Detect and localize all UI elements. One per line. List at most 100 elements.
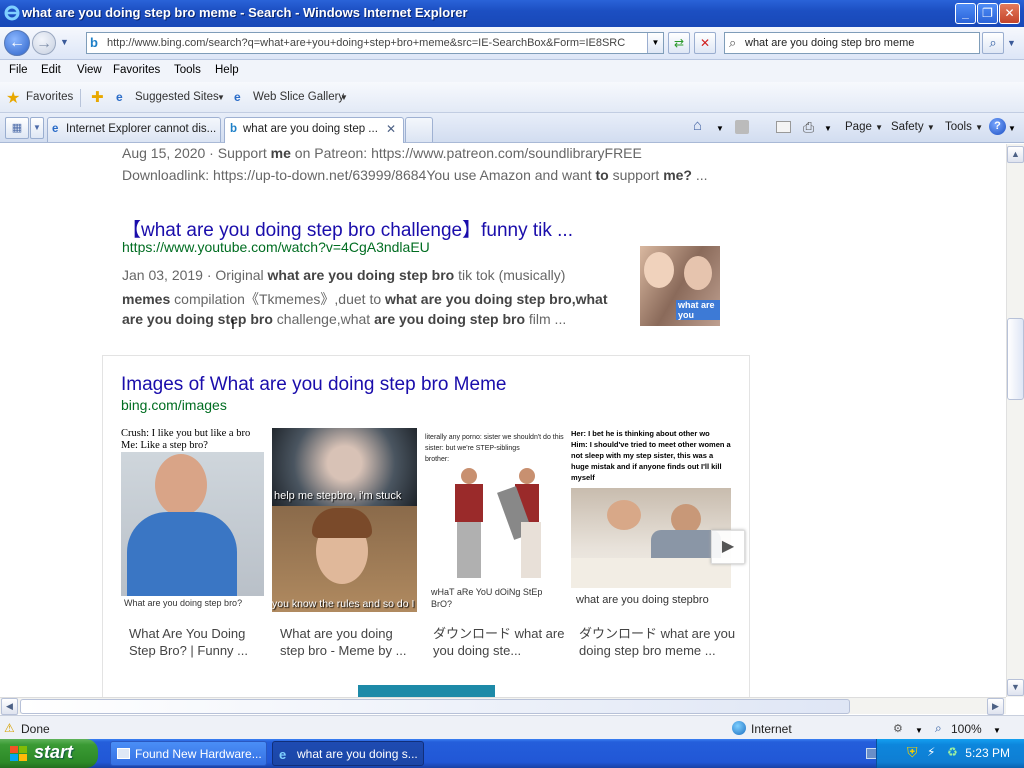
image-caption-link[interactable]: What are you doing step bro - Meme by ..… xyxy=(280,625,420,659)
bing-favicon-icon: b xyxy=(90,35,98,50)
image-thumbnail[interactable]: literally any porno: sister we shouldn't… xyxy=(425,428,569,612)
window-app-icon xyxy=(117,748,130,759)
home-dropdown-icon[interactable]: ▼ xyxy=(716,124,724,133)
text-cursor-icon: I xyxy=(231,316,235,332)
taskbar-item-internet-explorer[interactable]: e what are you doing s... xyxy=(272,741,424,766)
refresh-button[interactable]: ⇄ xyxy=(668,32,690,54)
image-results-source[interactable]: bing.com/images xyxy=(121,397,227,413)
figure-shape xyxy=(497,468,549,578)
address-dropdown-icon[interactable]: ▼ xyxy=(647,33,663,53)
horizontal-scrollbar[interactable]: ◀ ▶ xyxy=(0,697,1006,715)
image-thumbnail[interactable]: Her: I bet he is thinking about other wo… xyxy=(571,428,731,612)
next-images-arrow-icon[interactable]: ▶ xyxy=(711,530,745,564)
page-menu-button[interactable]: Page ▼ xyxy=(845,121,883,133)
recent-pages-dropdown-icon[interactable]: ▼ xyxy=(60,37,69,47)
add-to-favorites-bar-icon[interactable]: ✚ xyxy=(91,88,104,106)
result-snippet: Aug 15, 2020 · Support me on Patreon: ht… xyxy=(122,145,642,161)
video-thumbnail[interactable]: what are you xyxy=(640,246,720,326)
scroll-up-button[interactable]: ▲ xyxy=(1007,146,1024,163)
image-thumbnail[interactable]: Crush: I like you but like a bro Me: Lik… xyxy=(121,428,264,612)
result-title-link[interactable]: 【what are you doing step bro challenge】f… xyxy=(122,215,573,242)
image-caption-link[interactable]: ダウンロード what are you doing step bro meme … xyxy=(579,625,739,659)
home-icon[interactable]: ⌂ xyxy=(693,117,702,134)
close-tab-icon[interactable]: ✕ xyxy=(386,122,396,136)
close-button[interactable]: ✕ xyxy=(999,3,1020,24)
internet-explorer-icon xyxy=(4,5,20,21)
tab-list-button[interactable]: ▼ xyxy=(30,117,44,139)
web-slice-dropdown-icon[interactable]: ▼ xyxy=(340,93,348,102)
search-button[interactable]: ⌕ xyxy=(982,32,1004,54)
meme-bottom-text: what are you doing stepbro xyxy=(576,594,709,606)
tools-menu-button[interactable]: Tools ▼ xyxy=(945,121,983,133)
vertical-scroll-thumb[interactable] xyxy=(1007,318,1024,400)
protected-mode-icon[interactable]: ⚙ xyxy=(893,722,903,735)
search-options-dropdown-icon[interactable]: ▼ xyxy=(1007,38,1016,48)
favorites-button[interactable]: Favorites xyxy=(26,91,73,103)
vertical-scrollbar[interactable]: ▲ ▼ xyxy=(1006,144,1024,697)
stop-button[interactable]: ✕ xyxy=(694,32,716,54)
address-input[interactable]: b http://www.bing.com/search?q=what+are+… xyxy=(86,32,664,54)
result-url[interactable]: https://www.youtube.com/watch?v=4CgA3ndl… xyxy=(122,239,430,255)
head-shape xyxy=(155,454,207,516)
help-dropdown-icon[interactable]: ▼ xyxy=(1008,124,1016,133)
tab-current-search[interactable]: b what are you doing step ... ✕ xyxy=(224,117,404,143)
zoom-dropdown-icon[interactable]: ▼ xyxy=(993,726,1001,735)
page-dropdown-icon: ▼ xyxy=(875,123,883,132)
horizontal-scroll-thumb[interactable] xyxy=(20,699,850,714)
security-shield-icon[interactable]: ⛨ xyxy=(907,744,918,761)
menu-help[interactable]: Help xyxy=(215,64,239,76)
new-tab-button[interactable] xyxy=(405,117,433,142)
start-button[interactable]: start xyxy=(0,739,98,768)
minimize-button[interactable]: _ xyxy=(955,3,976,24)
menu-tools[interactable]: Tools xyxy=(174,64,201,76)
menu-view[interactable]: View xyxy=(77,64,102,76)
maximize-button[interactable]: ❐ xyxy=(977,3,998,24)
suggested-sites-link[interactable]: Suggested Sites xyxy=(135,91,219,103)
print-dropdown-icon[interactable]: ▼ xyxy=(824,124,832,133)
scroll-down-button[interactable]: ▼ xyxy=(1007,679,1024,696)
bing-tab-icon: b xyxy=(230,123,238,135)
read-mail-icon[interactable] xyxy=(776,121,791,133)
safety-menu-button[interactable]: Safety ▼ xyxy=(891,121,935,133)
safely-remove-hardware-icon[interactable]: ♻ xyxy=(947,745,958,759)
magnifier-icon: ⌕ xyxy=(989,35,997,50)
refresh-icon: ⇄ xyxy=(673,36,685,50)
menu-file[interactable]: File xyxy=(9,64,28,76)
meme-top-text: literally any porno: sister we shouldn't… xyxy=(425,434,564,463)
menu-edit[interactable]: Edit xyxy=(41,64,61,76)
print-icon[interactable]: ⎙ xyxy=(803,119,814,136)
safety-dropdown-icon: ▼ xyxy=(926,123,935,132)
thumbnail-caption: what are you xyxy=(676,300,720,320)
protected-mode-dropdown-icon[interactable]: ▼ xyxy=(915,726,923,735)
menu-favorites[interactable]: Favorites xyxy=(113,64,160,76)
toolbar-divider xyxy=(80,89,81,107)
help-icon[interactable]: ? xyxy=(989,118,1006,135)
tab-ie-cannot-display[interactable]: e Internet Explorer cannot dis... xyxy=(47,117,221,142)
image-thumbnail[interactable]: help me stepbro, i'm stuck you know the … xyxy=(272,428,417,612)
address-value: http://www.bing.com/search?q=what+are+yo… xyxy=(107,37,626,49)
scroll-right-button[interactable]: ▶ xyxy=(987,698,1004,715)
scroll-left-button[interactable]: ◀ xyxy=(1,698,18,715)
network-icon[interactable]: ⚡ xyxy=(927,745,935,759)
search-input[interactable]: ⌕ what are you doing step bro meme xyxy=(724,32,980,54)
meme-bottom-text: wHaT aRe YoU dOiNg StEp BrO? xyxy=(431,587,543,609)
taskbar-item-label: what are you doing s... xyxy=(297,747,418,761)
forward-button[interactable]: → xyxy=(32,31,56,55)
meme-top-text: Crush: I like you but like a bro Me: Lik… xyxy=(121,428,251,451)
quick-tabs-button[interactable]: ▦ xyxy=(5,117,29,139)
taskbar-item-found-new-hardware[interactable]: Found New Hardware... xyxy=(110,741,267,766)
suggested-sites-dropdown-icon[interactable]: ▼ xyxy=(217,93,225,102)
window-titlebar[interactable]: what are you doing step bro meme - Searc… xyxy=(0,0,1024,27)
zoom-icon: ⌕ xyxy=(935,721,942,735)
zoom-level[interactable]: 100% xyxy=(951,722,982,736)
result-snippet: Downloadlink: https://up-to-down.net/639… xyxy=(122,167,708,183)
head-shape xyxy=(461,468,477,484)
image-results-title[interactable]: Images of What are you doing step bro Me… xyxy=(121,374,506,396)
web-slice-gallery-link[interactable]: Web Slice Gallery xyxy=(253,91,344,103)
head-shape xyxy=(519,468,535,484)
image-caption-link[interactable]: What Are You Doing Step Bro? | Funny ... xyxy=(129,625,269,659)
image-caption-link[interactable]: ダウンロード what are you doing ste... xyxy=(433,625,573,659)
see-more-images-button[interactable] xyxy=(358,685,495,697)
back-button[interactable]: ← xyxy=(4,30,30,56)
feeds-icon[interactable] xyxy=(735,120,749,134)
